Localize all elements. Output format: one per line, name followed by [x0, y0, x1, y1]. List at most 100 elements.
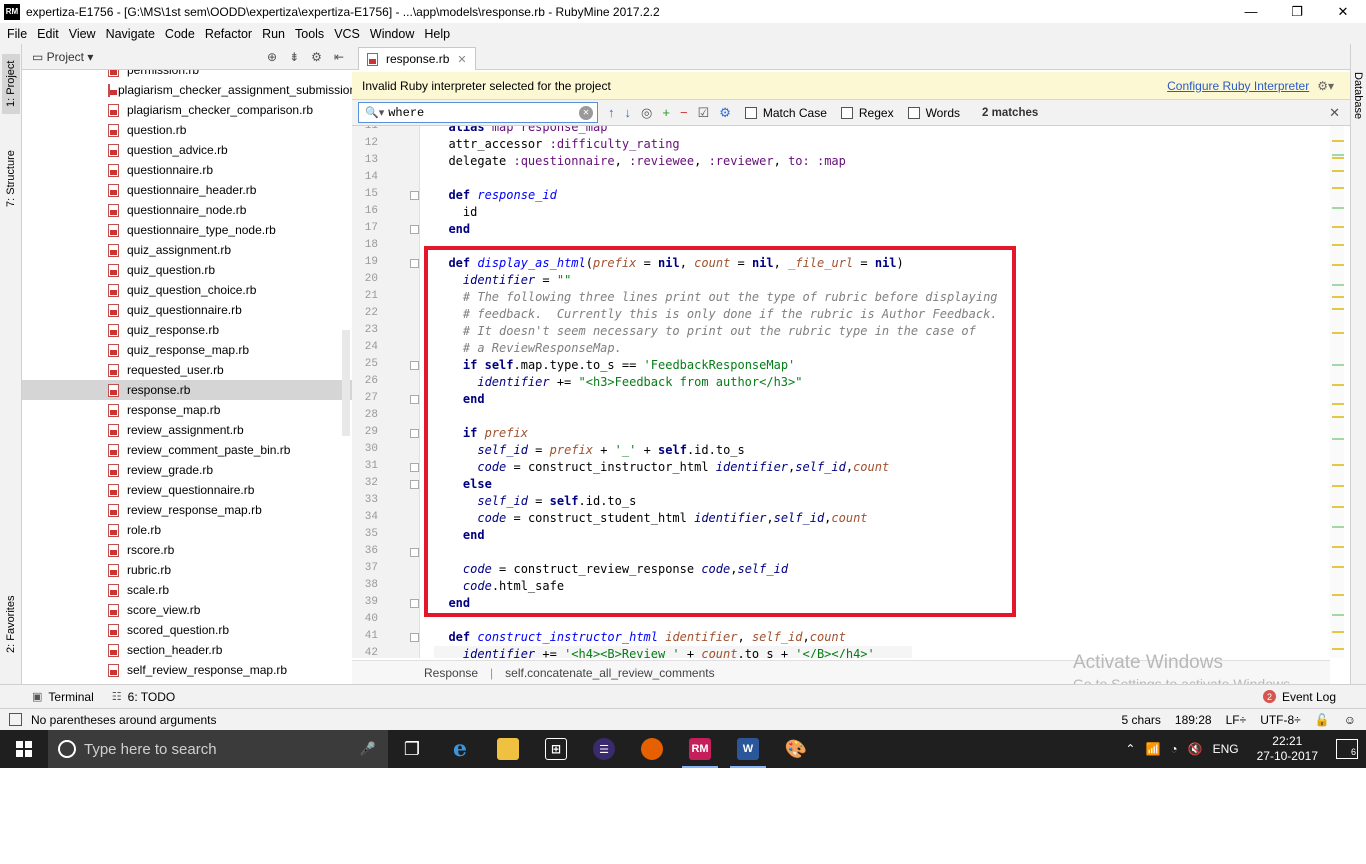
network-icon[interactable]: 📶 [1145, 742, 1160, 756]
stripe-marker[interactable] [1332, 631, 1344, 633]
tool-windows-toggle-icon[interactable] [9, 713, 22, 726]
clock[interactable]: 22:21 27-10-2017 [1257, 734, 1318, 764]
lock-icon[interactable]: 🔓 [1315, 713, 1330, 727]
language-indicator[interactable]: ENG [1213, 742, 1239, 756]
project-file-item[interactable]: questionnaire_node.rb [22, 200, 352, 220]
paint-icon[interactable]: 🎨 [772, 730, 820, 768]
volume-icon[interactable]: 🔇 [1188, 742, 1203, 756]
menu-code[interactable]: Code [160, 27, 200, 41]
menu-navigate[interactable]: Navigate [101, 27, 160, 41]
tab-response-rb[interactable]: response.rb ✕ [358, 47, 476, 70]
stripe-marker[interactable] [1332, 264, 1344, 266]
project-file-item[interactable]: quiz_questionnaire.rb [22, 300, 352, 320]
maximize-button[interactable]: ❐ [1274, 0, 1320, 23]
fold-marker-icon[interactable] [410, 633, 419, 642]
fold-marker-icon[interactable] [410, 429, 419, 438]
file-encoding[interactable]: UTF-8÷ [1260, 713, 1301, 727]
match-case-checkbox[interactable]: Match Case [744, 106, 827, 120]
stripe-marker[interactable] [1332, 364, 1344, 366]
project-file-item[interactable]: question_advice.rb [22, 140, 352, 160]
file-explorer-icon[interactable] [484, 730, 532, 768]
project-file-item[interactable]: review_questionnaire.rb [22, 480, 352, 500]
project-scrollbar[interactable] [342, 330, 350, 436]
tool-tab-structure[interactable]: 7: Structure [2, 139, 20, 219]
locate-icon[interactable]: ⊕ [267, 50, 277, 64]
stripe-marker[interactable] [1332, 546, 1344, 548]
project-file-item[interactable]: quiz_assignment.rb [22, 240, 352, 260]
stripe-marker[interactable] [1332, 566, 1344, 568]
project-view-selector[interactable]: ▭ Project ▾ [32, 50, 93, 64]
add-occurrence-icon[interactable]: + [662, 105, 670, 120]
menu-tools[interactable]: Tools [290, 27, 329, 41]
project-file-item[interactable]: questionnaire_header.rb [22, 180, 352, 200]
notifications-icon[interactable]: 6 [1336, 739, 1358, 759]
banner-gear-icon[interactable]: ⚙▾ [1317, 79, 1334, 93]
firefox-icon[interactable] [628, 730, 676, 768]
project-file-item[interactable]: review_grade.rb [22, 460, 352, 480]
menu-view[interactable]: View [64, 27, 101, 41]
line-separator[interactable]: LF÷ [1226, 713, 1247, 727]
stripe-marker[interactable] [1332, 187, 1344, 189]
minimize-button[interactable]: — [1228, 0, 1274, 23]
project-file-item[interactable]: questionnaire_type_node.rb [22, 220, 352, 240]
project-file-item[interactable]: rubric.rb [22, 560, 352, 580]
fold-marker-icon[interactable] [410, 480, 419, 489]
project-file-item[interactable]: review_response_map.rb [22, 500, 352, 520]
stripe-marker[interactable] [1332, 416, 1344, 418]
clear-search-icon[interactable]: ✕ [579, 105, 593, 120]
project-file-item[interactable]: plagiarism_checker_assignment_submission… [22, 80, 352, 100]
stripe-marker[interactable] [1332, 384, 1344, 386]
project-file-item[interactable]: rscore.rb [22, 540, 352, 560]
microphone-icon[interactable]: 🎤 [360, 741, 376, 757]
next-occurrence-icon[interactable]: ↓ [625, 105, 632, 120]
task-view-icon[interactable]: ❐ [388, 730, 436, 768]
project-file-item[interactable]: response.rb [22, 380, 352, 400]
project-file-item[interactable]: permission.rb [22, 70, 352, 80]
menu-vcs[interactable]: VCS [329, 27, 365, 41]
tool-tab-favorites[interactable]: 2: Favorites [2, 589, 20, 659]
caret-position[interactable]: 189:28 [1175, 713, 1212, 727]
find-all-icon[interactable]: ◎ [641, 105, 652, 121]
project-file-item[interactable]: quiz_response_map.rb [22, 340, 352, 360]
project-file-item[interactable]: requested_user.rb [22, 360, 352, 380]
configure-interpreter-link[interactable]: Configure Ruby Interpreter [1167, 79, 1309, 93]
edge-icon[interactable]: e [436, 730, 484, 768]
menu-help[interactable]: Help [419, 27, 455, 41]
stripe-marker[interactable] [1332, 154, 1344, 156]
tool-tab-todo[interactable]: ☷ 6: TODO [112, 690, 175, 704]
stripe-marker[interactable] [1332, 506, 1344, 508]
project-file-item[interactable]: role.rb [22, 520, 352, 540]
project-file-item[interactable]: score_view.rb [22, 600, 352, 620]
project-file-item[interactable]: self_review_response_map.rb [22, 660, 352, 680]
project-file-item[interactable]: section_header.rb [22, 640, 352, 660]
stripe-marker[interactable] [1332, 226, 1344, 228]
project-file-item[interactable]: review_comment_paste_bin.rb [22, 440, 352, 460]
stripe-marker[interactable] [1332, 157, 1344, 159]
stripe-marker[interactable] [1332, 244, 1344, 246]
word-icon[interactable]: W [724, 730, 772, 768]
tool-tab-database[interactable]: Database [1352, 72, 1364, 119]
project-file-item[interactable]: scale.rb [22, 580, 352, 600]
search-icon[interactable]: 🔍▾ [365, 106, 384, 119]
find-settings-icon[interactable]: ⚙ [719, 105, 731, 121]
tool-tab-project[interactable]: 1: Project [2, 54, 20, 114]
stripe-marker[interactable] [1332, 308, 1344, 310]
eclipse-icon[interactable]: ☰ [580, 730, 628, 768]
menu-refactor[interactable]: Refactor [200, 27, 257, 41]
close-button[interactable]: ✕ [1320, 0, 1366, 23]
select-all-occurrences-icon[interactable]: ☑ [698, 105, 710, 121]
hector-icon[interactable]: ☺ [1344, 713, 1356, 727]
code-editor[interactable]: 11 12 13 14 15 16 17 18 19 20 21 22 23 24 25 26 27 28 29 30… [352, 126, 1330, 658]
fold-marker-icon[interactable] [410, 599, 419, 608]
project-file-item[interactable]: questionnaire.rb [22, 160, 352, 180]
breadcrumb-method[interactable]: self.concatenate_all_review_comments [505, 666, 714, 680]
fold-marker-icon[interactable] [410, 191, 419, 200]
stripe-marker[interactable] [1332, 438, 1344, 440]
stripe-marker[interactable] [1332, 284, 1344, 286]
words-checkbox[interactable]: Words [907, 106, 960, 120]
stripe-marker[interactable] [1332, 648, 1344, 650]
menu-run[interactable]: Run [257, 27, 290, 41]
error-stripe[interactable] [1330, 126, 1344, 658]
stripe-marker[interactable] [1332, 614, 1344, 616]
menu-edit[interactable]: Edit [32, 27, 64, 41]
